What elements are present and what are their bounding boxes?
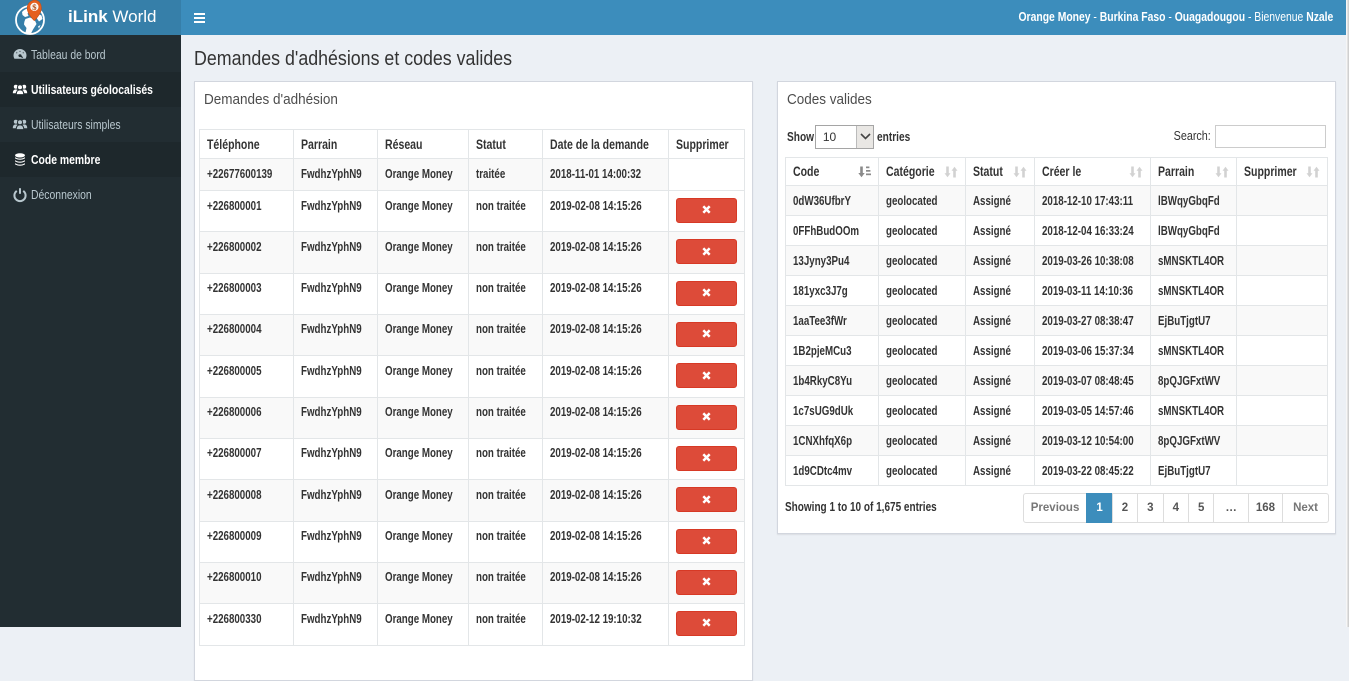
svg-text:$: $ <box>32 2 37 12</box>
